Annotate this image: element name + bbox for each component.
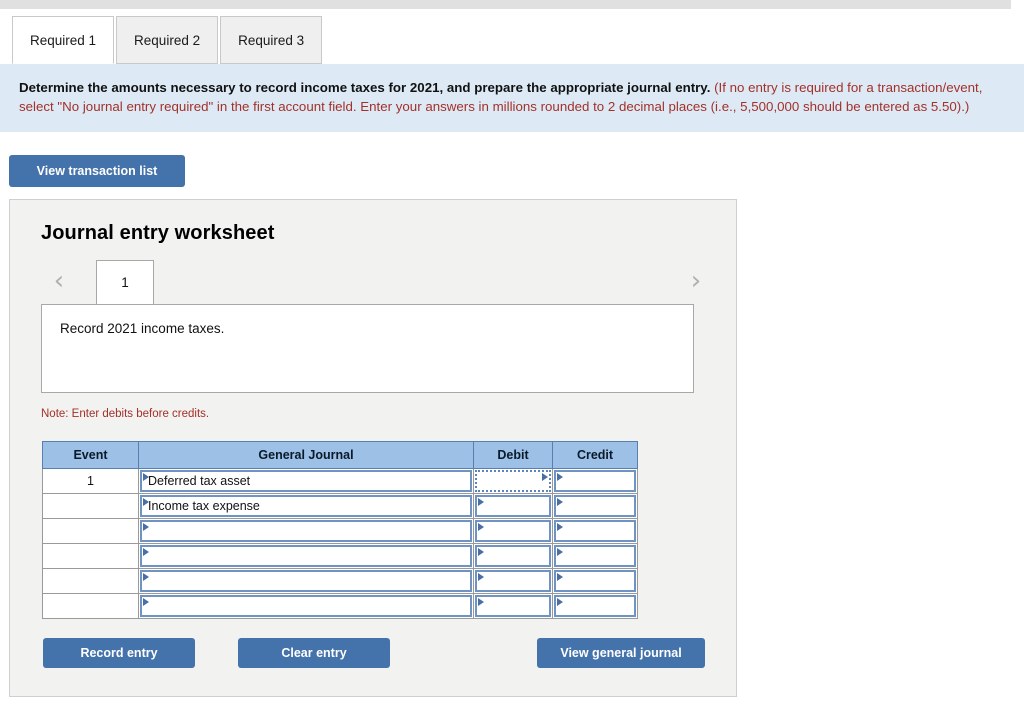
credit-input[interactable]: [554, 570, 636, 592]
cell-event: [42, 568, 139, 594]
column-header-event: Event: [42, 441, 139, 469]
journal-entry-worksheet-panel: Journal entry worksheet ‹ 1 › Record 202…: [9, 199, 737, 697]
debit-input[interactable]: [475, 545, 551, 567]
journal-entry-table: Event General Journal Debit Credit 1 Def…: [42, 441, 638, 619]
dropdown-caret-icon: [143, 473, 149, 481]
dropdown-caret-icon: [557, 473, 563, 481]
dropdown-caret-icon: [143, 598, 149, 606]
column-header-debit: Debit: [473, 441, 553, 469]
cell-credit[interactable]: [552, 518, 638, 544]
table-row: [42, 518, 638, 544]
tab-required-3-label: Required 3: [238, 32, 305, 48]
cell-event: 1: [42, 468, 139, 494]
account-select[interactable]: Deferred tax asset: [140, 470, 472, 492]
dropdown-caret-icon: [478, 498, 484, 506]
cell-debit[interactable]: [473, 593, 553, 619]
dropdown-caret-icon: [557, 498, 563, 506]
tab-required-1-label: Required 1: [30, 32, 97, 48]
credit-input[interactable]: [554, 470, 636, 492]
view-transaction-list-button[interactable]: View transaction list: [9, 155, 185, 187]
debit-input[interactable]: [475, 570, 551, 592]
top-bar-strip: [0, 0, 1011, 9]
credit-input[interactable]: [554, 545, 636, 567]
dropdown-caret-icon: [542, 473, 548, 481]
cell-debit[interactable]: [473, 468, 553, 494]
table-row: [42, 543, 638, 569]
worksheet-page-number: 1: [121, 275, 129, 290]
dropdown-caret-icon: [478, 598, 484, 606]
account-value: Deferred tax asset: [148, 474, 251, 488]
cell-credit[interactable]: [552, 493, 638, 519]
account-select[interactable]: [140, 570, 472, 592]
cell-debit[interactable]: [473, 518, 553, 544]
worksheet-pager: ‹ 1 ›: [41, 260, 709, 304]
account-select[interactable]: [140, 545, 472, 567]
tab-required-3[interactable]: Required 3: [220, 16, 323, 64]
entry-description-text: Record 2021 income taxes.: [60, 321, 225, 336]
account-select[interactable]: Income tax expense: [140, 495, 472, 517]
dropdown-caret-icon: [143, 498, 149, 506]
entry-description-box: Record 2021 income taxes.: [41, 304, 694, 393]
tab-required-1[interactable]: Required 1: [12, 16, 115, 64]
table-row: Income tax expense: [42, 493, 638, 519]
dropdown-caret-icon: [143, 548, 149, 556]
clear-entry-button[interactable]: Clear entry: [238, 638, 390, 668]
debit-input[interactable]: [475, 520, 551, 542]
credit-input[interactable]: [554, 495, 636, 517]
cell-event: [42, 518, 139, 544]
instructions-main: Determine the amounts necessary to recor…: [19, 80, 711, 95]
cell-general-journal[interactable]: Income tax expense: [138, 493, 474, 519]
dropdown-caret-icon: [478, 548, 484, 556]
dropdown-caret-icon: [478, 523, 484, 531]
cell-credit[interactable]: [552, 468, 638, 494]
cell-debit[interactable]: [473, 543, 553, 569]
debit-input[interactable]: [475, 470, 551, 492]
dropdown-caret-icon: [478, 573, 484, 581]
cell-general-journal[interactable]: [138, 543, 474, 569]
dropdown-caret-icon: [557, 598, 563, 606]
view-general-journal-button[interactable]: View general journal: [537, 638, 705, 668]
cell-general-journal[interactable]: [138, 568, 474, 594]
column-header-general-journal: General Journal: [138, 441, 474, 469]
cell-event: [42, 593, 139, 619]
dropdown-caret-icon: [143, 523, 149, 531]
cell-general-journal[interactable]: [138, 593, 474, 619]
table-row: [42, 568, 638, 594]
cell-credit[interactable]: [552, 543, 638, 569]
previous-entry-arrow-icon[interactable]: ‹: [46, 266, 72, 296]
table-header-row: Event General Journal Debit Credit: [42, 441, 638, 469]
debits-before-credits-note: Note: Enter debits before credits.: [41, 408, 210, 420]
cell-general-journal[interactable]: Deferred tax asset: [138, 468, 474, 494]
tab-required-2-label: Required 2: [134, 32, 201, 48]
account-value: Income tax expense: [148, 499, 260, 513]
instructions-banner: Determine the amounts necessary to recor…: [0, 64, 1024, 132]
column-header-credit: Credit: [552, 441, 638, 469]
cell-event: [42, 493, 139, 519]
table-row: [42, 593, 638, 619]
cell-general-journal[interactable]: [138, 518, 474, 544]
requirement-tabs: Required 1 Required 2 Required 3: [12, 16, 324, 64]
tab-required-2[interactable]: Required 2: [116, 16, 219, 64]
cell-credit[interactable]: [552, 568, 638, 594]
account-select[interactable]: [140, 595, 472, 617]
worksheet-title: Journal entry worksheet: [41, 222, 275, 244]
dropdown-caret-icon: [143, 573, 149, 581]
record-entry-button[interactable]: Record entry: [43, 638, 195, 668]
worksheet-page-tab-1[interactable]: 1: [96, 260, 154, 304]
table-row: 1 Deferred tax asset: [42, 468, 638, 494]
cell-debit[interactable]: [473, 568, 553, 594]
next-entry-arrow-icon[interactable]: ›: [683, 266, 709, 296]
credit-input[interactable]: [554, 595, 636, 617]
account-select[interactable]: [140, 520, 472, 542]
debit-input[interactable]: [475, 595, 551, 617]
cell-debit[interactable]: [473, 493, 553, 519]
credit-input[interactable]: [554, 520, 636, 542]
dropdown-caret-icon: [557, 573, 563, 581]
dropdown-caret-icon: [557, 523, 563, 531]
cell-event: [42, 543, 139, 569]
debit-input[interactable]: [475, 495, 551, 517]
dropdown-caret-icon: [557, 548, 563, 556]
cell-credit[interactable]: [552, 593, 638, 619]
